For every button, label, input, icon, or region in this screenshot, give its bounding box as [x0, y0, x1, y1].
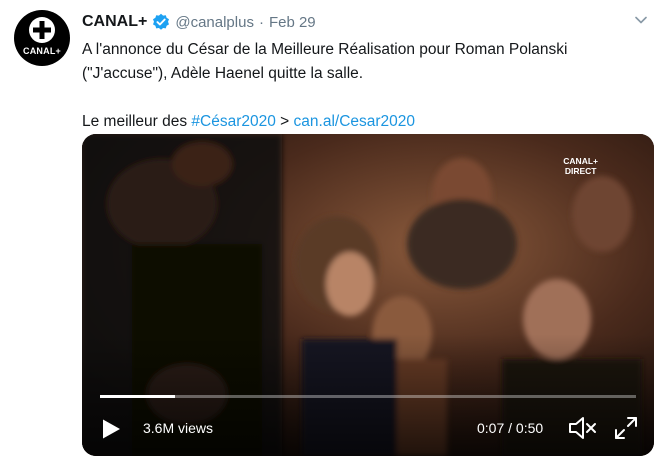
video-player[interactable]: CANAL+ DIRECT 3.6M views 0:07 / 0:50	[82, 134, 654, 456]
paragraph-break	[82, 86, 642, 110]
chevron-down-icon[interactable]	[634, 13, 648, 32]
avatar-logo-text: CANAL+	[23, 46, 61, 56]
text-prefix: Le meilleur des	[82, 113, 192, 130]
tweet-header: CANAL+ @canalplus · Feb 29	[82, 11, 316, 33]
badge-line: DIRECT	[564, 166, 597, 176]
display-name[interactable]: CANAL+	[82, 13, 147, 31]
tweet-text-line: ("J'accuse"), Adèle Haenel quitte la sal…	[82, 65, 364, 82]
video-controls: 3.6M views 0:07 / 0:50	[82, 400, 654, 456]
playback-time: 0:07 / 0:50	[477, 420, 544, 436]
fullscreen-icon[interactable]	[613, 415, 639, 446]
badge-line: CANAL+	[563, 156, 598, 166]
volume-muted-icon[interactable]	[568, 414, 598, 447]
hashtag-link[interactable]: #César2020	[191, 113, 275, 130]
separator-dot: ·	[258, 13, 264, 31]
tweet-text-line: A l'annonce du César de la Meilleure Réa…	[82, 41, 568, 58]
view-count: 3.6M views	[143, 420, 214, 436]
canal-plus-logo	[29, 17, 55, 43]
url-link[interactable]: can.al/Cesar2020	[294, 113, 416, 130]
handle[interactable]: @canalplus	[175, 14, 254, 31]
verified-badge-icon	[152, 13, 170, 31]
tweet-date[interactable]: Feb 29	[269, 14, 316, 31]
arrow-text: >	[275, 113, 294, 130]
avatar[interactable]: CANAL+	[14, 10, 70, 66]
tweet-text: A l'annonce du César de la Meilleure Réa…	[82, 38, 642, 134]
tweet[interactable]: CANAL+ CANAL+ @canalplus · Feb 29 A l'an…	[0, 0, 668, 468]
play-icon[interactable]	[100, 418, 122, 445]
channel-badge: CANAL+ DIRECT	[563, 156, 598, 176]
progress-fill	[100, 395, 176, 398]
tweet-text-line: Le meilleur des #César2020 > can.al/Cesa…	[82, 110, 642, 134]
progress-bar[interactable]	[100, 395, 636, 398]
